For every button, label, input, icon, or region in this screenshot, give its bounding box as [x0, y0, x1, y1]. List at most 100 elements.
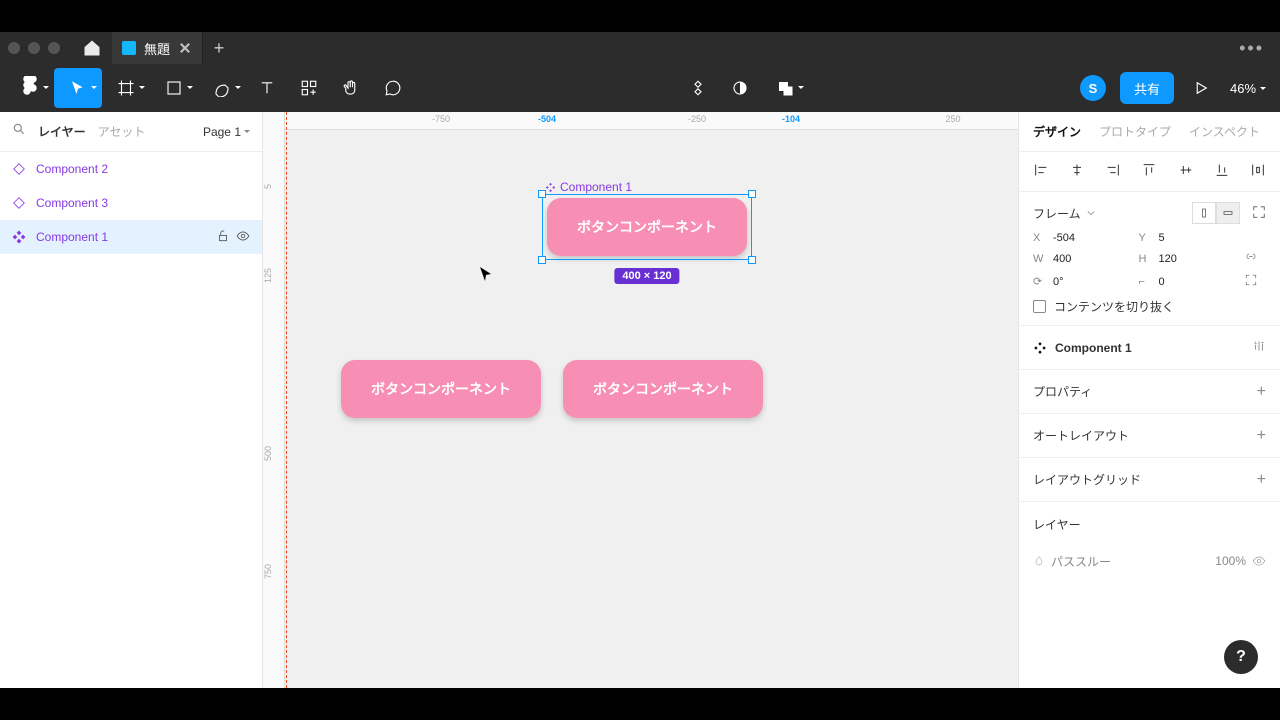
layer-name: Component 3 [36, 196, 108, 210]
fit-icon[interactable] [1252, 205, 1266, 222]
x-input[interactable]: -504 [1053, 232, 1131, 244]
frame-section: フレーム X -504 Y 5 W 400 [1019, 192, 1280, 326]
shape-tool[interactable] [150, 68, 198, 108]
visibility-icon[interactable] [1252, 554, 1266, 568]
window-titlebar: 無題 + ••• [0, 32, 1280, 64]
tab-design[interactable]: デザイン [1033, 123, 1081, 140]
properties-section[interactable]: プロパティ + [1019, 370, 1280, 414]
blend-icon [1033, 555, 1045, 567]
align-right-icon[interactable] [1105, 162, 1121, 181]
text-tool[interactable] [246, 68, 288, 108]
user-avatar[interactable]: S [1080, 75, 1106, 101]
selection-outline [542, 194, 752, 260]
layoutgrid-section[interactable]: レイアウトグリッド + [1019, 458, 1280, 502]
selection-handle-nw[interactable] [538, 190, 546, 198]
resize-vertical-icon[interactable] [1192, 202, 1216, 224]
page-selector[interactable]: Page 1 [203, 125, 250, 139]
clip-content-checkbox[interactable] [1033, 300, 1046, 313]
blend-mode-row[interactable]: パススルー 100% [1019, 546, 1280, 576]
distribute-icon[interactable] [1250, 162, 1266, 181]
selection-handle-se[interactable] [748, 256, 756, 264]
close-tab-icon[interactable] [178, 41, 192, 55]
independent-corners-icon[interactable] [1244, 273, 1266, 290]
layer-name: Component 1 [36, 230, 108, 244]
rotation-icon: ⟳ [1033, 275, 1045, 288]
dimension-badge: 400 × 120 [614, 268, 679, 284]
maximize-window[interactable] [48, 42, 60, 54]
home-icon[interactable] [72, 38, 112, 58]
pen-tool[interactable] [198, 68, 246, 108]
height-input[interactable]: 120 [1159, 253, 1237, 265]
alignment-controls [1019, 152, 1280, 192]
search-icon[interactable] [12, 122, 26, 141]
frame-tool[interactable] [102, 68, 150, 108]
visibility-icon[interactable] [236, 229, 250, 246]
cursor-icon [479, 266, 493, 284]
align-bottom-icon[interactable] [1214, 162, 1230, 181]
lock-icon[interactable] [216, 229, 230, 246]
close-window[interactable] [8, 42, 20, 54]
y-input[interactable]: 5 [1159, 232, 1237, 244]
opacity-input[interactable]: 100% [1215, 554, 1246, 568]
boolean-tool-icon[interactable] [761, 68, 809, 108]
selection-label[interactable]: Component 1 [545, 180, 632, 194]
align-vcenter-icon[interactable] [1178, 162, 1194, 181]
add-autolayout-icon[interactable]: + [1257, 427, 1266, 445]
present-button[interactable] [1180, 68, 1222, 108]
traffic-lights [8, 42, 60, 54]
resources-tool[interactable] [288, 68, 330, 108]
figma-menu[interactable] [6, 68, 54, 108]
tab-inspect[interactable]: インスペクト [1189, 123, 1260, 140]
align-top-icon[interactable] [1141, 162, 1157, 181]
chevron-down-icon[interactable] [1087, 209, 1095, 217]
layer-section[interactable]: レイヤー [1019, 502, 1280, 546]
align-left-icon[interactable] [1033, 162, 1049, 181]
help-button[interactable]: ? [1224, 640, 1258, 674]
selection-handle-sw[interactable] [538, 256, 546, 264]
layer-list: Component 2 Component 3 Component 1 [0, 152, 262, 688]
instance-icon [12, 162, 26, 176]
move-tool[interactable] [54, 68, 102, 108]
radius-icon: ⌐ [1139, 276, 1151, 288]
component-icon [1033, 341, 1047, 355]
minimize-window[interactable] [28, 42, 40, 54]
layers-tab[interactable]: レイヤー [38, 123, 86, 140]
radius-input[interactable]: 0 [1159, 276, 1237, 288]
instance-icon [12, 196, 26, 210]
layer-item-component-1[interactable]: Component 1 [0, 220, 262, 254]
comment-tool[interactable] [372, 68, 414, 108]
canvas-area[interactable]: 5 125 500 750 -750 -504 -250 -104 250 Co… [263, 112, 1018, 688]
component-tool-icon[interactable] [677, 68, 719, 108]
instance-button-2[interactable]: ボタンコンポーネント [563, 360, 763, 418]
document-tab[interactable]: 無題 [112, 32, 203, 64]
window-menu-icon[interactable]: ••• [1231, 38, 1272, 59]
document-title: 無題 [144, 39, 170, 58]
new-tab-button[interactable]: + [203, 38, 235, 59]
align-hcenter-icon[interactable] [1069, 162, 1085, 181]
left-sidebar: レイヤー アセット Page 1 Component 2 Component 3… [0, 112, 263, 688]
add-layoutgrid-icon[interactable]: + [1257, 471, 1266, 489]
document-icon [122, 41, 136, 55]
design-panel: デザイン プロトタイプ インスペクト フレーム [1018, 112, 1280, 688]
assets-tab[interactable]: アセット [98, 123, 146, 140]
instance-button-1[interactable]: ボタンコンポーネント [341, 360, 541, 418]
layer-name: Component 2 [36, 162, 108, 176]
component-header: Component 1 [1019, 326, 1280, 370]
layer-item-component-2[interactable]: Component 2 [0, 152, 262, 186]
add-property-icon[interactable]: + [1257, 383, 1266, 401]
share-button[interactable]: 共有 [1120, 72, 1174, 104]
layer-item-component-3[interactable]: Component 3 [0, 186, 262, 220]
autolayout-section[interactable]: オートレイアウト + [1019, 414, 1280, 458]
selection-handle-ne[interactable] [748, 190, 756, 198]
constrain-proportions-icon[interactable] [1244, 250, 1266, 267]
guide-line[interactable] [286, 112, 287, 688]
mask-tool-icon[interactable] [719, 68, 761, 108]
hand-tool[interactable] [330, 68, 372, 108]
main-toolbar: S 共有 46% [0, 64, 1280, 112]
component-settings-icon[interactable] [1252, 339, 1266, 356]
rotation-input[interactable]: 0° [1053, 276, 1131, 288]
tab-prototype[interactable]: プロトタイプ [1099, 123, 1171, 140]
width-input[interactable]: 400 [1053, 253, 1131, 265]
resize-horizontal-icon[interactable] [1216, 202, 1240, 224]
zoom-menu[interactable]: 46% [1222, 81, 1274, 96]
